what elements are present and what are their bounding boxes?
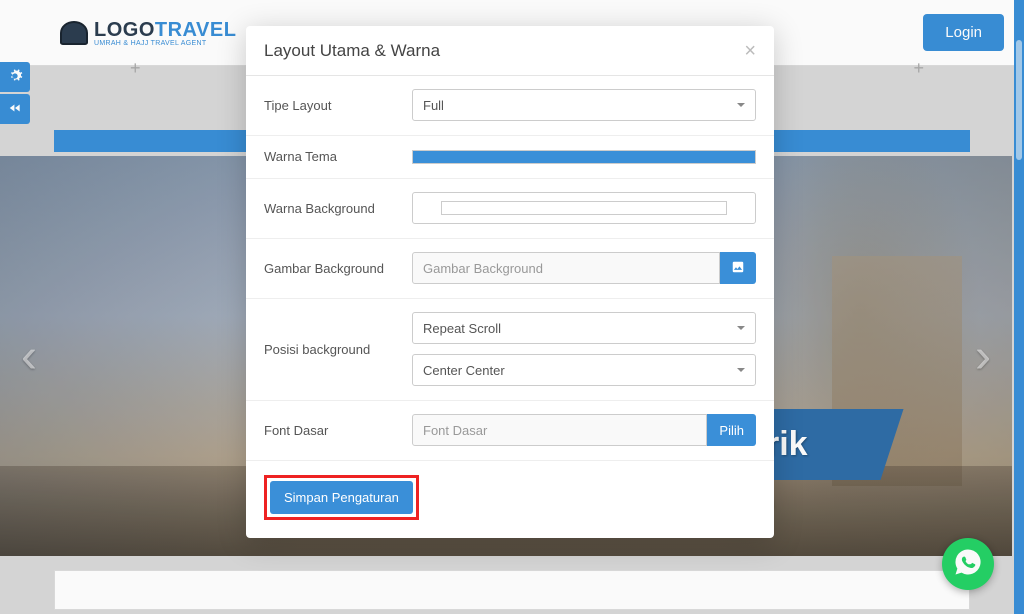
select-tipe-layout-value: Full [423,98,444,113]
image-icon [731,260,745,277]
label-posisi-background: Posisi background [264,342,412,357]
color-picker-tema[interactable] [412,150,756,164]
select-posisi-align[interactable]: Center Center [412,354,756,386]
label-gambar-background: Gambar Background [264,261,412,276]
label-warna-tema: Warna Tema [264,149,412,164]
row-posisi-background: Posisi background Repeat Scroll Center C… [246,299,774,401]
label-tipe-layout: Tipe Layout [264,98,412,113]
color-picker-background[interactable] [441,201,728,215]
browse-image-button[interactable] [720,252,756,284]
select-posisi-repeat[interactable]: Repeat Scroll [412,312,756,344]
color-picker-background-wrap [412,192,756,224]
label-warna-background: Warna Background [264,201,412,216]
modal-header: Layout Utama & Warna × [246,26,774,76]
layout-settings-modal: Layout Utama & Warna × Tipe Layout Full … [246,26,774,538]
save-settings-button[interactable]: Simpan Pengaturan [270,481,413,514]
input-font-dasar[interactable]: Font Dasar [412,414,707,446]
modal-close-button[interactable]: × [744,41,756,61]
row-tipe-layout: Tipe Layout Full [246,76,774,136]
pilih-font-button[interactable]: Pilih [707,414,756,446]
select-tipe-layout[interactable]: Full [412,89,756,121]
row-warna-background: Warna Background [246,179,774,239]
modal-footer: Simpan Pengaturan [246,461,774,538]
select-posisi-repeat-value: Repeat Scroll [423,321,501,336]
row-warna-tema: Warna Tema [246,136,774,179]
row-font-dasar: Font Dasar Font Dasar Pilih [246,401,774,461]
select-posisi-align-value: Center Center [423,363,505,378]
save-highlight: Simpan Pengaturan [264,475,419,520]
modal-title: Layout Utama & Warna [264,41,440,61]
row-gambar-background: Gambar Background Gambar Background [246,239,774,299]
close-icon: × [744,40,756,62]
modal-body: Tipe Layout Full Warna Tema Warna Backgr… [246,76,774,538]
label-font-dasar: Font Dasar [264,423,412,438]
input-gambar-background[interactable]: Gambar Background [412,252,720,284]
